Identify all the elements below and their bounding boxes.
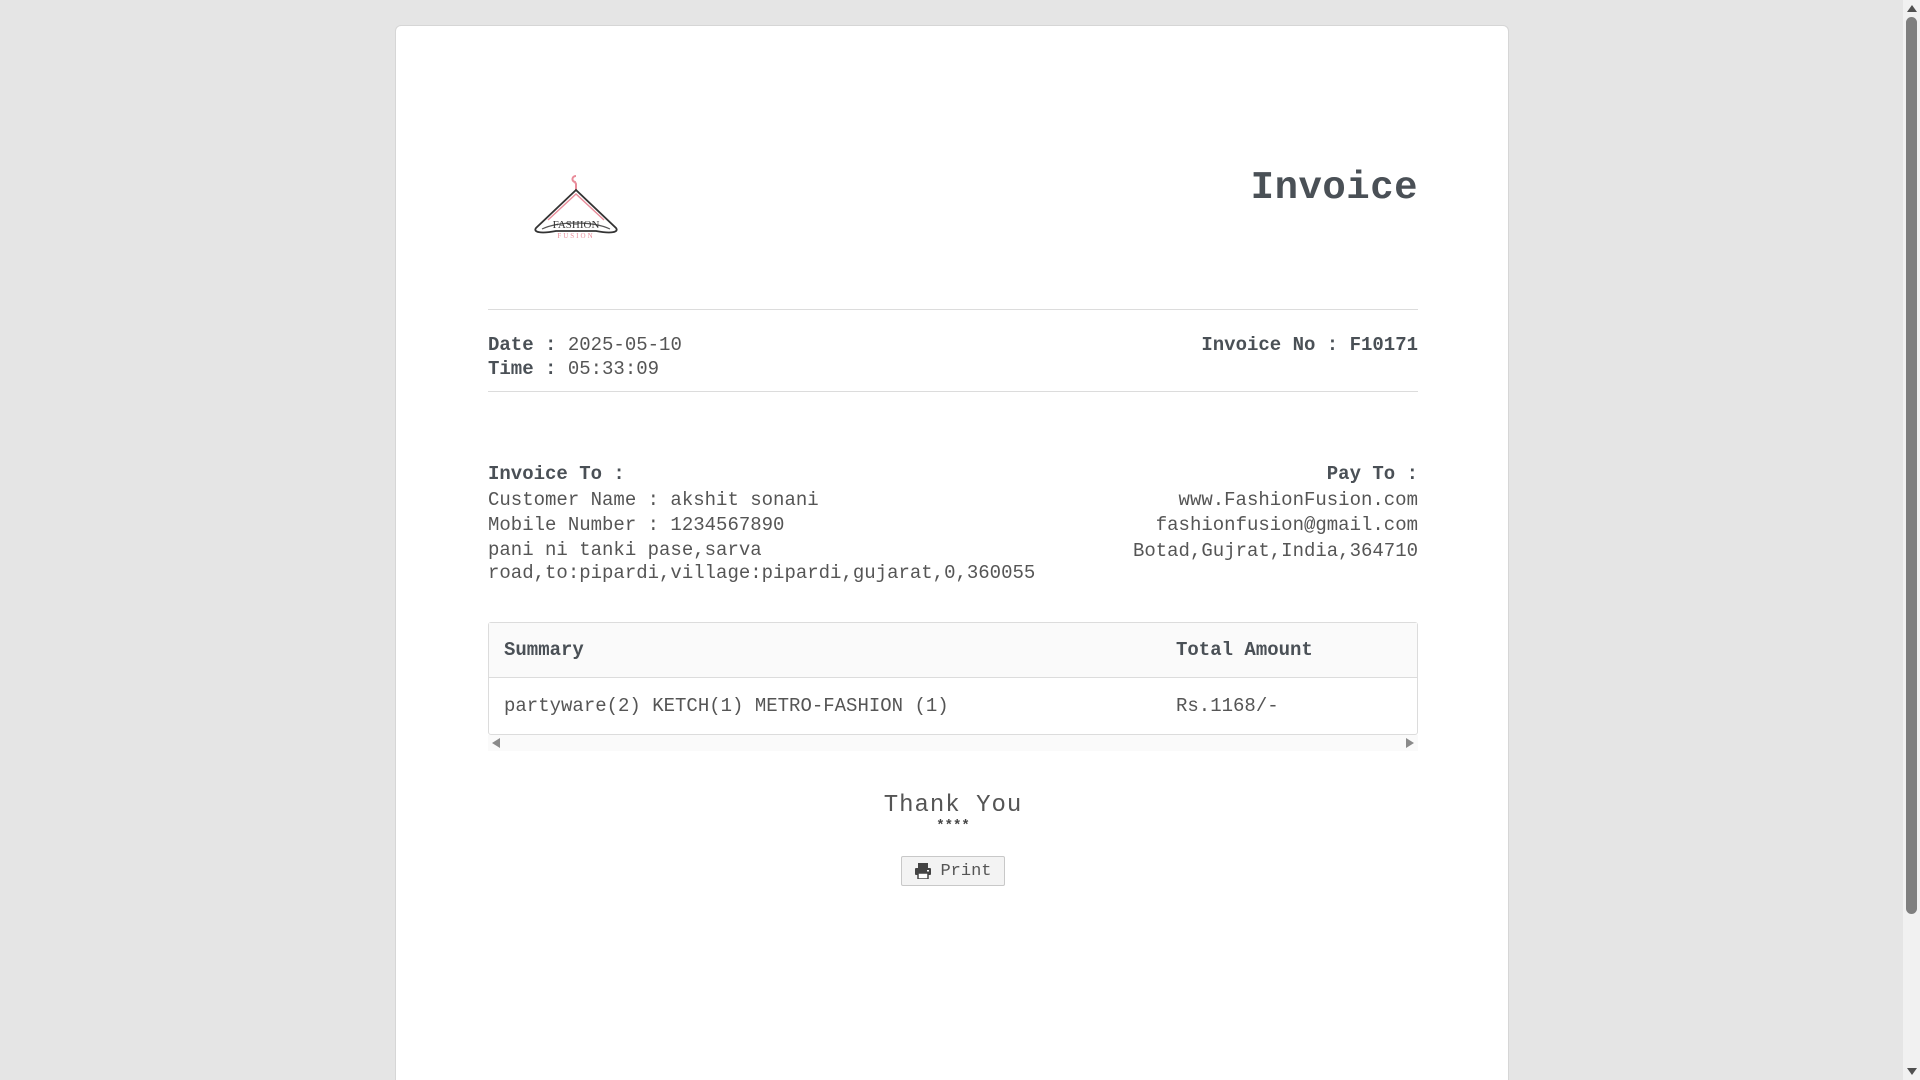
print-button[interactable]: Print bbox=[901, 856, 1005, 886]
time-line: Time : 05:33:09 bbox=[488, 357, 682, 381]
summary-cell: partyware(2) KETCH(1) METRO-FASHION (1) bbox=[504, 695, 949, 717]
pay-to-block: Pay To : www.FashionFusion.com fashionfu… bbox=[1133, 462, 1418, 564]
date-value: 2025-05-10 bbox=[567, 334, 682, 356]
arrow-right-icon[interactable] bbox=[1406, 738, 1414, 748]
hanger-logo: FASHION FUSION bbox=[534, 175, 618, 240]
time-value: 05:33:09 bbox=[567, 358, 660, 380]
invoice-parties: Invoice To : Customer Name : akshit sona… bbox=[488, 392, 1418, 622]
print-button-label: Print bbox=[940, 861, 992, 881]
bill-to-block: Invoice To : Customer Name : akshit sona… bbox=[488, 462, 1108, 585]
invoice-content: FASHION FUSION Invoice Date : 2025-05-10… bbox=[488, 26, 1418, 886]
print-area: Print bbox=[488, 856, 1418, 886]
bill-to-title: Invoice To : bbox=[488, 463, 625, 485]
summary-table: Summary Total Amount partyware(2) KETCH(… bbox=[488, 622, 1418, 735]
total-amount-cell: Rs.1168/- bbox=[1176, 695, 1279, 717]
total-amount-column-header: Total Amount bbox=[1176, 639, 1313, 661]
date-time-block: Date : 2025-05-10 Time : 05:33:09 bbox=[488, 333, 682, 381]
printer-icon bbox=[915, 863, 932, 879]
logo-fusion-text: FUSION bbox=[557, 232, 594, 240]
customer-name: Customer Name : akshit sonani bbox=[488, 488, 819, 511]
summary-column-header: Summary bbox=[504, 639, 584, 661]
page-vertical-scrollbar[interactable] bbox=[1903, 0, 1920, 1080]
invoice-meta: Date : 2025-05-10 Time : 05:33:09 Invoic… bbox=[488, 310, 1418, 392]
thank-you-stars: **** bbox=[936, 818, 970, 834]
time-label: Time : bbox=[488, 358, 557, 380]
date-line: Date : 2025-05-10 bbox=[488, 333, 682, 357]
table-header-row: Summary Total Amount bbox=[489, 623, 1417, 678]
arrow-left-icon[interactable] bbox=[492, 738, 500, 748]
store-address: Botad,Gujrat,India,364710 bbox=[1132, 539, 1418, 562]
scrollbar-thumb[interactable] bbox=[1906, 17, 1917, 914]
logo-fashion-text: FASHION bbox=[553, 219, 600, 231]
page-title: Invoice bbox=[1250, 166, 1418, 210]
date-label: Date : bbox=[488, 334, 557, 356]
invoice-number: Invoice No : F10171 bbox=[1201, 334, 1418, 356]
customer-address: pani ni tanki pase,sarva road,to:pipardi… bbox=[488, 538, 1036, 584]
invoice-sheet: FASHION FUSION Invoice Date : 2025-05-10… bbox=[395, 25, 1509, 1080]
mobile-number: Mobile Number : 1234567890 bbox=[488, 514, 785, 536]
table-row: partyware(2) KETCH(1) METRO-FASHION (1) … bbox=[489, 678, 1417, 734]
invoice-viewport: FASHION FUSION Invoice Date : 2025-05-10… bbox=[0, 0, 1920, 1080]
table-horizontal-scrollbar[interactable] bbox=[488, 735, 1418, 751]
thank-you-text: Thank You bbox=[883, 792, 1023, 819]
invoice-header: FASHION FUSION Invoice bbox=[488, 26, 1418, 310]
arrow-up-icon[interactable] bbox=[1907, 5, 1917, 12]
store-website: www.FashionFusion.com bbox=[1178, 488, 1418, 511]
store-email: fashionfusion@gmail.com bbox=[1155, 514, 1418, 536]
pay-to-title: Pay To : bbox=[1326, 463, 1418, 485]
arrow-down-icon[interactable] bbox=[1907, 1068, 1917, 1075]
